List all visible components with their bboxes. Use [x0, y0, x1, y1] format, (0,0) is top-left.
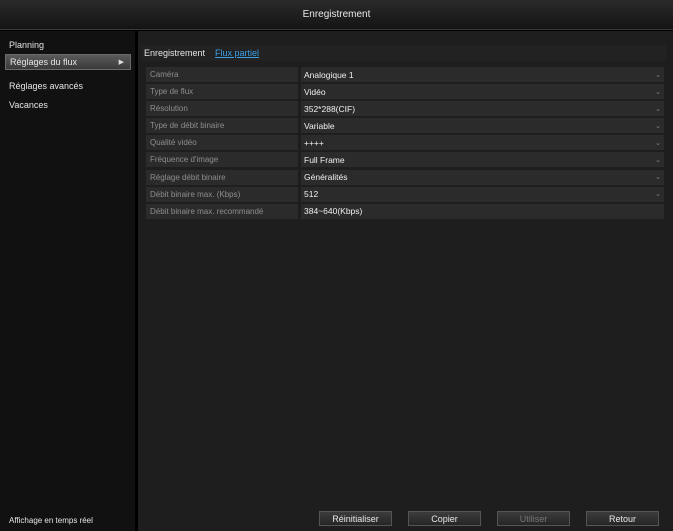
max-bitrate-select[interactable]: 512 ⌄	[301, 186, 664, 202]
setting-value: Full Frame	[304, 154, 345, 165]
setting-label: Type de flux	[146, 84, 298, 100]
chevron-down-icon: ⌄	[655, 105, 661, 113]
live-view-label: Affichage en temps réel	[9, 515, 93, 525]
setting-value: Généralités	[304, 172, 348, 183]
setting-row-resolution: Résolution 352*288(CIF) ⌄	[146, 100, 664, 117]
setting-row-recommended-bitrate: Débit binaire max. recommandé 384~640(Kb…	[146, 203, 664, 220]
tab-recording[interactable]: Enregistrement	[144, 48, 205, 58]
sidebar-item-planning[interactable]: Planning	[5, 37, 131, 53]
chevron-right-icon: ▶	[118, 59, 124, 66]
sidebar-item-advanced-settings[interactable]: Réglages avancés	[5, 78, 131, 94]
chevron-down-icon: ⌄	[655, 88, 661, 96]
setting-value: 384~640(Kbps)	[304, 206, 363, 217]
tab-substream[interactable]: Flux partiel	[215, 48, 259, 58]
setting-value: 512	[304, 189, 319, 200]
recommended-bitrate-value: 384~640(Kbps)	[301, 203, 664, 219]
setting-label: Résolution	[146, 101, 298, 117]
sidebar-item-label: Planning	[9, 40, 45, 50]
stream-type-select[interactable]: Vidéo ⌄	[301, 84, 664, 100]
chevron-down-icon: ⌄	[655, 156, 661, 164]
setting-value: Analogique 1	[304, 69, 354, 80]
live-view-button[interactable]: Affichage en temps réel	[5, 513, 131, 527]
title-bar: Enregistrement	[0, 0, 673, 30]
setting-label: Qualité vidéo	[146, 135, 298, 151]
chevron-down-icon: ⌄	[655, 139, 661, 147]
tab-bar: Enregistrement Flux partiel	[142, 45, 666, 61]
reset-button[interactable]: Réinitialiser	[319, 511, 392, 526]
copy-button[interactable]: Copier	[408, 511, 481, 526]
setting-label: Réglage débit binaire	[146, 169, 298, 185]
chevron-down-icon: ⌄	[655, 122, 661, 130]
resolution-select[interactable]: 352*288(CIF) ⌄	[301, 101, 664, 117]
setting-label: Caméra	[146, 67, 298, 82]
sidebar-item-label: Réglages du flux	[10, 57, 78, 67]
setting-row-bitrate-type: Type de débit binaire Variable ⌄	[146, 117, 664, 134]
frame-rate-select[interactable]: Full Frame ⌄	[301, 152, 664, 168]
setting-row-camera: Caméra Analogique 1 ⌄	[146, 66, 664, 83]
sidebar-item-label: Vacances	[9, 100, 48, 110]
setting-row-max-bitrate: Débit binaire max. (Kbps) 512 ⌄	[146, 186, 664, 203]
setting-label: Débit binaire max. recommandé	[146, 203, 298, 219]
setting-label: Type de débit binaire	[146, 118, 298, 134]
setting-value: Variable	[304, 120, 335, 131]
sidebar-item-stream-settings[interactable]: Réglages du flux ▶	[5, 54, 131, 70]
setting-value: 352*288(CIF)	[304, 103, 356, 114]
setting-row-bitrate-mode: Réglage débit binaire Généralités ⌄	[146, 169, 664, 186]
sidebar-item-label: Réglages avancés	[9, 81, 84, 91]
setting-label: Fréquence d'image	[146, 152, 298, 168]
bitrate-type-select[interactable]: Variable ⌄	[301, 118, 664, 134]
camera-select[interactable]: Analogique 1 ⌄	[301, 67, 664, 82]
chevron-down-icon: ⌄	[655, 191, 661, 199]
chevron-down-icon: ⌄	[655, 174, 661, 182]
setting-label: Débit binaire max. (Kbps)	[146, 186, 298, 202]
setting-row-frame-rate: Fréquence d'image Full Frame ⌄	[146, 151, 664, 168]
settings-list: Caméra Analogique 1 ⌄ Type de flux Vidéo…	[146, 66, 664, 220]
window-title: Enregistrement	[302, 9, 371, 20]
main-panel: Enregistrement Flux partiel Caméra Analo…	[138, 31, 673, 531]
setting-row-video-quality: Qualité vidéo ++++ ⌄	[146, 134, 664, 151]
sidebar-item-holidays[interactable]: Vacances	[5, 97, 131, 113]
setting-value: ++++	[304, 137, 324, 148]
chevron-down-icon: ⌄	[655, 71, 661, 79]
back-button[interactable]: Retour	[586, 511, 659, 526]
bitrate-mode-select[interactable]: Généralités ⌄	[301, 169, 664, 185]
sidebar: Planning Réglages du flux ▶ Réglages ava…	[0, 31, 135, 531]
apply-button[interactable]: Utiliser	[497, 511, 570, 526]
setting-value: Vidéo	[304, 86, 326, 97]
video-quality-select[interactable]: ++++ ⌄	[301, 135, 664, 151]
setting-row-stream-type: Type de flux Vidéo ⌄	[146, 83, 664, 100]
